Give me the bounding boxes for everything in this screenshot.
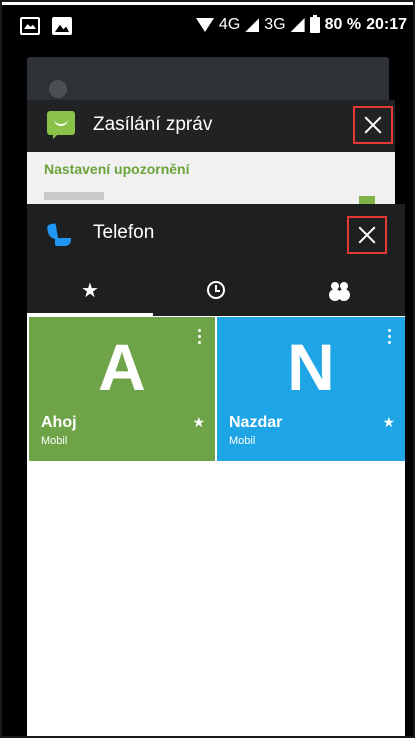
tab-recents[interactable] [153, 264, 279, 316]
settings-heading: Nastavení upozornění [44, 161, 190, 177]
overflow-menu-icon[interactable] [388, 329, 391, 344]
card-header: Telefon [27, 204, 405, 264]
star-icon: ★ [81, 279, 99, 302]
card-preview: Nastavení upozornění [27, 152, 395, 210]
image-notification-icon [52, 17, 72, 35]
star-icon: ★ [192, 414, 205, 430]
battery-percent: 80 % [324, 16, 362, 33]
overflow-menu-icon[interactable] [198, 329, 201, 344]
contact-initial: N [287, 330, 335, 404]
clock-icon [207, 281, 225, 299]
contact-phone-type: Mobil [41, 435, 68, 447]
tab-contacts[interactable] [279, 264, 405, 316]
favorites-grid: A Ahoj Mobil ★ N Nazdar Mobil ★ [27, 317, 405, 461]
signal-icon-2 [290, 18, 305, 32]
app-icon [49, 80, 67, 98]
contact-initial: A [98, 330, 146, 404]
close-card-button[interactable] [347, 216, 387, 254]
settings-row-preview [44, 192, 104, 200]
network-type-label: 4G [218, 16, 241, 33]
signal-icon [245, 18, 260, 32]
tab-favorites[interactable]: ★ [27, 264, 153, 316]
close-icon [364, 116, 382, 134]
gallery-notification-icon [20, 17, 40, 35]
status-bar: 4G 3G 80 % 20:17 [2, 10, 413, 44]
network-type-label-2: 3G [264, 16, 286, 33]
wifi-icon [195, 18, 214, 32]
close-card-button[interactable] [353, 106, 393, 144]
favorite-tile[interactable]: N Nazdar Mobil ★ [217, 317, 405, 461]
contact-name: Nazdar [229, 414, 283, 431]
system-indicators: 4G 3G 80 % 20:17 [195, 15, 407, 34]
recent-card-phone[interactable]: Telefon ★ A Ahoj Mobil ★ N Nazdar Mobil … [27, 204, 405, 736]
close-icon [358, 226, 376, 244]
card-header: Zasílání zpráv [27, 100, 395, 152]
card-title: Zasílání zpráv [93, 114, 213, 135]
people-icon [331, 282, 353, 298]
battery-icon [309, 15, 320, 33]
star-icon: ★ [382, 414, 395, 430]
contact-phone-type: Mobil [229, 435, 256, 447]
messaging-app-icon [47, 111, 75, 139]
recent-apps-screen: 4G 3G 80 % 20:17 Zasílání zpráv Nastaven… [0, 0, 415, 738]
favorite-tile[interactable]: A Ahoj Mobil ★ [29, 317, 215, 461]
clock-time: 20:17 [366, 16, 407, 33]
recent-card-messaging[interactable]: Zasílání zpráv Nastavení upozornění [27, 100, 395, 210]
notification-icons [20, 17, 72, 35]
top-edge-line [2, 2, 413, 5]
phone-tabs: ★ [27, 264, 405, 316]
card-title: Telefon [93, 222, 155, 243]
contact-name: Ahoj [41, 414, 77, 431]
phone-app-icon [47, 224, 71, 248]
